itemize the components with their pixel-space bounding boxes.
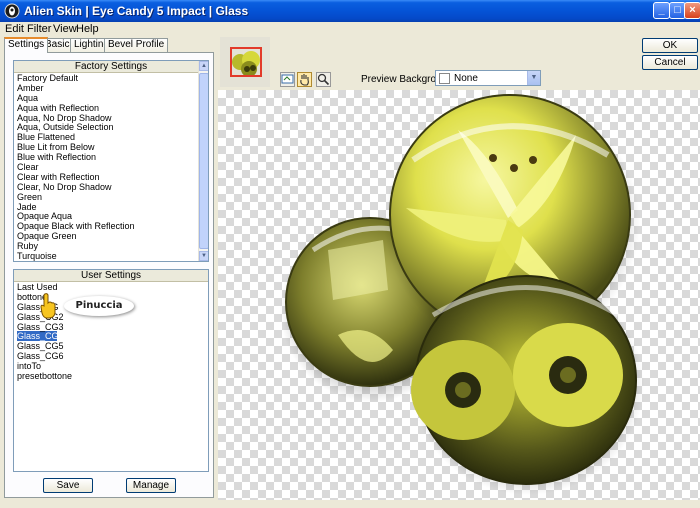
factory-list-item[interactable]: Clear xyxy=(17,162,208,172)
factory-scrollbar[interactable]: ▲ ▼ xyxy=(198,61,208,261)
user-list-item[interactable]: intoTo xyxy=(17,361,208,371)
factory-list-item[interactable]: Aqua xyxy=(17,93,208,103)
window-title: Alien Skin | Eye Candy 5 Impact | Glass xyxy=(24,4,249,18)
background-swatch xyxy=(439,73,450,84)
scroll-thumb[interactable] xyxy=(199,73,208,249)
thumbnail-view-frame[interactable] xyxy=(230,47,262,77)
user-settings-header: User Settings xyxy=(14,270,208,282)
user-list-item[interactable]: Glass_CG6 xyxy=(17,351,208,361)
user-list-item[interactable]: Glass_CG4 xyxy=(17,331,64,341)
user-list-item[interactable]: Glass_CG3 xyxy=(17,322,208,332)
factory-list-item[interactable]: Blue Flattened xyxy=(17,132,208,142)
title-bar[interactable]: Alien Skin | Eye Candy 5 Impact | Glass … xyxy=(0,0,700,22)
hand-pointer-icon xyxy=(40,293,56,319)
watermark: Pinuccia xyxy=(64,296,134,316)
chevron-down-icon[interactable]: ▼ xyxy=(527,71,540,85)
menu-edit[interactable]: Edit xyxy=(5,23,24,35)
factory-list-item[interactable]: Aqua with Reflection xyxy=(17,103,208,113)
scroll-down-icon[interactable]: ▼ xyxy=(199,251,208,261)
close-button[interactable]: × xyxy=(684,2,700,19)
preview-background-value: None xyxy=(454,73,478,84)
factory-list-item[interactable]: Opaque Green xyxy=(17,231,208,241)
factory-list-item[interactable]: Amber xyxy=(17,83,208,93)
factory-list-item[interactable]: Clear, No Drop Shadow xyxy=(17,182,208,192)
factory-settings-header: Factory Settings xyxy=(14,61,208,73)
factory-list-item[interactable]: Blue Lit from Below xyxy=(17,142,208,152)
gerbera-left xyxy=(411,340,515,440)
factory-list-item[interactable]: Blue with Reflection xyxy=(17,152,208,162)
preview-image xyxy=(280,94,644,495)
magnifier-icon[interactable] xyxy=(316,72,331,87)
hand-tool-icon[interactable] xyxy=(297,72,312,87)
cancel-button[interactable]: Cancel xyxy=(642,55,698,70)
factory-list-item[interactable]: Aqua, Outside Selection xyxy=(17,122,208,133)
menu-bar: Edit Filter View Help xyxy=(0,22,700,36)
navigate-icon[interactable] xyxy=(280,72,295,87)
factory-settings-items: Factory Default Amber Aqua Aqua with Reflec… xyxy=(14,73,208,261)
factory-list-item[interactable]: Ruby xyxy=(17,241,208,251)
scroll-up-icon[interactable]: ▲ xyxy=(199,61,208,71)
settings-panel: Factory Settings Factory Default Amber Aqu… xyxy=(4,52,214,498)
preview-canvas[interactable] xyxy=(218,90,700,502)
menu-view[interactable]: View xyxy=(53,23,77,35)
status-bar xyxy=(0,500,700,508)
save-button[interactable]: Save xyxy=(43,478,93,493)
factory-list-item[interactable]: Clear with Reflection xyxy=(17,172,208,182)
preview-thumbnail[interactable] xyxy=(220,37,270,87)
gerbera-right xyxy=(513,323,623,427)
factory-list-item[interactable]: Jade xyxy=(17,202,208,212)
factory-list-item[interactable]: Turquoise xyxy=(17,251,208,261)
ok-button[interactable]: OK xyxy=(642,38,698,53)
tab-bevel-profile[interactable]: Bevel Profile xyxy=(104,38,169,52)
menu-help[interactable]: Help xyxy=(76,23,99,35)
factory-list-item[interactable]: Factory Default xyxy=(17,73,208,83)
factory-settings-list[interactable]: Factory Settings Factory Default Amber Aqu… xyxy=(13,60,209,262)
user-list-item[interactable]: presetbottone xyxy=(17,371,208,381)
user-list-item[interactable]: Glass_CG5 xyxy=(17,341,208,351)
minimize-button[interactable]: _ xyxy=(653,2,670,19)
factory-list-item[interactable]: Green xyxy=(17,192,208,202)
factory-list-item[interactable]: Opaque Black with Reflection xyxy=(17,221,208,231)
factory-list-item[interactable]: Aqua, No Drop Shadow xyxy=(17,113,208,123)
user-list-item[interactable]: Last Used xyxy=(17,282,208,292)
manage-button[interactable]: Manage xyxy=(126,478,176,493)
menu-filter[interactable]: Filter xyxy=(27,23,51,35)
preview-background-select[interactable]: None ▼ xyxy=(435,70,541,86)
tab-settings[interactable]: Settings xyxy=(4,37,49,53)
alien-skin-icon xyxy=(4,3,20,19)
factory-list-item[interactable]: Opaque Aqua xyxy=(17,211,208,222)
